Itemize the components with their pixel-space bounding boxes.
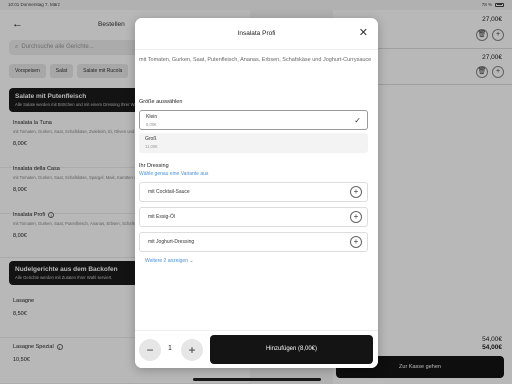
show-more-label: Weitere 2 anzeigen — [145, 258, 188, 264]
add-to-cart-button[interactable]: Hinzufügen (8,00€) — [210, 335, 373, 364]
size-name: Groß — [145, 136, 157, 142]
size-price: 11,00€ — [145, 144, 158, 149]
size-option-klein[interactable]: Klein 8,00€ ✓ — [139, 110, 368, 130]
product-modal: Insalata Profi ✕ mit Tomaten, Gurken, Sa… — [135, 18, 378, 368]
modal-title: Insalata Profi — [237, 30, 276, 37]
dressing-label: mit Essig-Öl — [148, 214, 175, 220]
size-price: 8,00€ — [146, 122, 157, 127]
size-section-title: Größe auswählen — [139, 99, 183, 105]
product-description: mit Tomaten, Gurken, Saat, Putenfleisch,… — [139, 57, 372, 63]
dressing-option[interactable]: mit Cocktail-Sauce + — [139, 182, 368, 202]
size-option-gross[interactable]: Groß 11,00€ — [139, 133, 368, 153]
checkmark-icon: ✓ — [354, 116, 361, 125]
dressing-label: mit Cocktail-Sauce — [148, 189, 190, 195]
chevron-down-icon: ⌄ — [189, 258, 194, 264]
dressing-hint: Wähle genau eine Variante aus — [139, 171, 209, 177]
plus-icon[interactable]: + — [350, 186, 362, 198]
dressing-option[interactable]: mit Essig-Öl + — [139, 207, 368, 227]
minus-icon[interactable]: − — [139, 339, 161, 361]
dressing-label: mit Joghurt-Dressing — [148, 239, 195, 245]
plus-icon[interactable]: + — [350, 236, 362, 248]
size-name: Klein — [146, 114, 158, 120]
modal-header: Insalata Profi ✕ — [135, 18, 378, 50]
plus-icon[interactable]: + — [181, 339, 203, 361]
dressing-option[interactable]: mit Joghurt-Dressing + — [139, 232, 368, 252]
quantity-value: 1 — [168, 345, 172, 352]
show-more-link[interactable]: Weitere 2 anzeigen ⌄ — [145, 258, 194, 264]
modal-footer: − 1 + Hinzufügen (8,00€) — [135, 330, 378, 368]
dressing-section-title: Ihr Dressing — [139, 163, 169, 169]
plus-icon[interactable]: + — [350, 211, 362, 223]
close-icon[interactable]: ✕ — [359, 26, 368, 39]
